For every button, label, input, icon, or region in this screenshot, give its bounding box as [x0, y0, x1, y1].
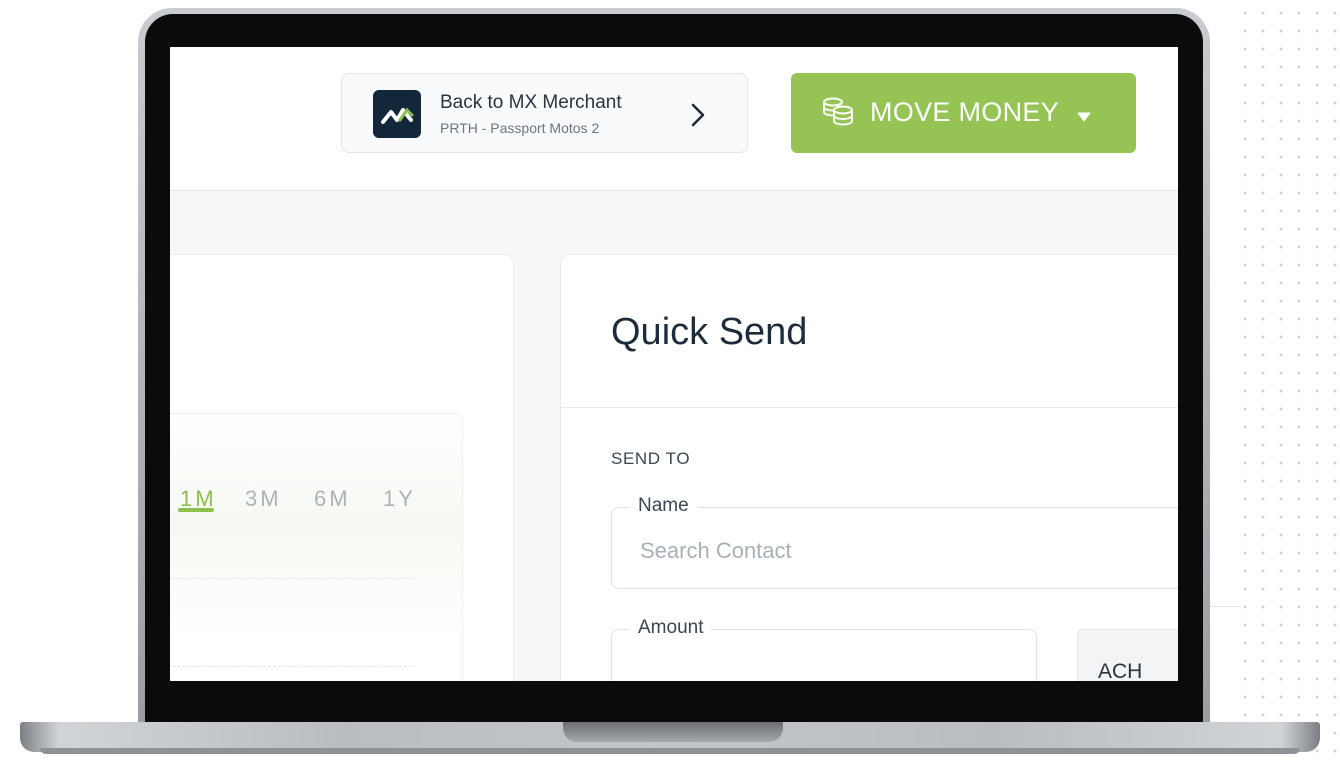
section-divider — [561, 407, 1178, 408]
name-field-label: Name — [630, 495, 697, 517]
payment-method-label: ACH — [1098, 660, 1143, 681]
laptop-base-shadow — [40, 748, 1300, 754]
range-tab-1y[interactable]: 1Y — [383, 486, 416, 512]
top-header: Back to MX Merchant PRTH - Passport Moto… — [170, 47, 1178, 191]
back-button-title: Back to MX Merchant — [440, 92, 622, 113]
balance-chart-panel: 1M 3M 6M 1Y — [170, 254, 514, 681]
chart-gridline — [170, 578, 412, 579]
chevron-right-icon — [690, 102, 706, 133]
laptop-hinge-notch — [563, 722, 783, 742]
send-to-label: SEND TO — [611, 449, 691, 468]
back-button-subtitle: PRTH - Passport Motos 2 — [440, 120, 600, 136]
amount-field: Amount — [611, 617, 1037, 681]
name-field: Name — [611, 495, 1178, 589]
dot-pattern-decoration — [1232, 0, 1340, 763]
caret-down-icon — [1077, 109, 1091, 127]
chart-card: 1M 3M 6M 1Y — [170, 413, 463, 681]
range-tab-3m[interactable]: 3M — [245, 486, 282, 512]
amount-field-label: Amount — [630, 617, 712, 639]
back-to-merchant-button[interactable]: Back to MX Merchant PRTH - Passport Moto… — [341, 73, 748, 153]
app-screen: Back to MX Merchant PRTH - Passport Moto… — [170, 47, 1178, 681]
move-money-button[interactable]: MOVE MONEY — [791, 73, 1136, 153]
name-search-input[interactable] — [640, 538, 1100, 564]
chart-gridline — [170, 666, 412, 667]
range-tab-6m[interactable]: 6M — [314, 486, 351, 512]
move-money-label: MOVE MONEY — [870, 97, 1060, 127]
quick-send-panel: Quick Send SEND TO Name Amount ACH — [560, 254, 1178, 681]
amount-input[interactable] — [640, 660, 1010, 681]
coins-stack-icon — [819, 97, 855, 132]
active-range-indicator — [178, 508, 214, 512]
payment-method-select[interactable]: ACH — [1077, 629, 1178, 681]
quick-send-title: Quick Send — [611, 311, 808, 353]
mx-logo-icon — [373, 90, 421, 138]
